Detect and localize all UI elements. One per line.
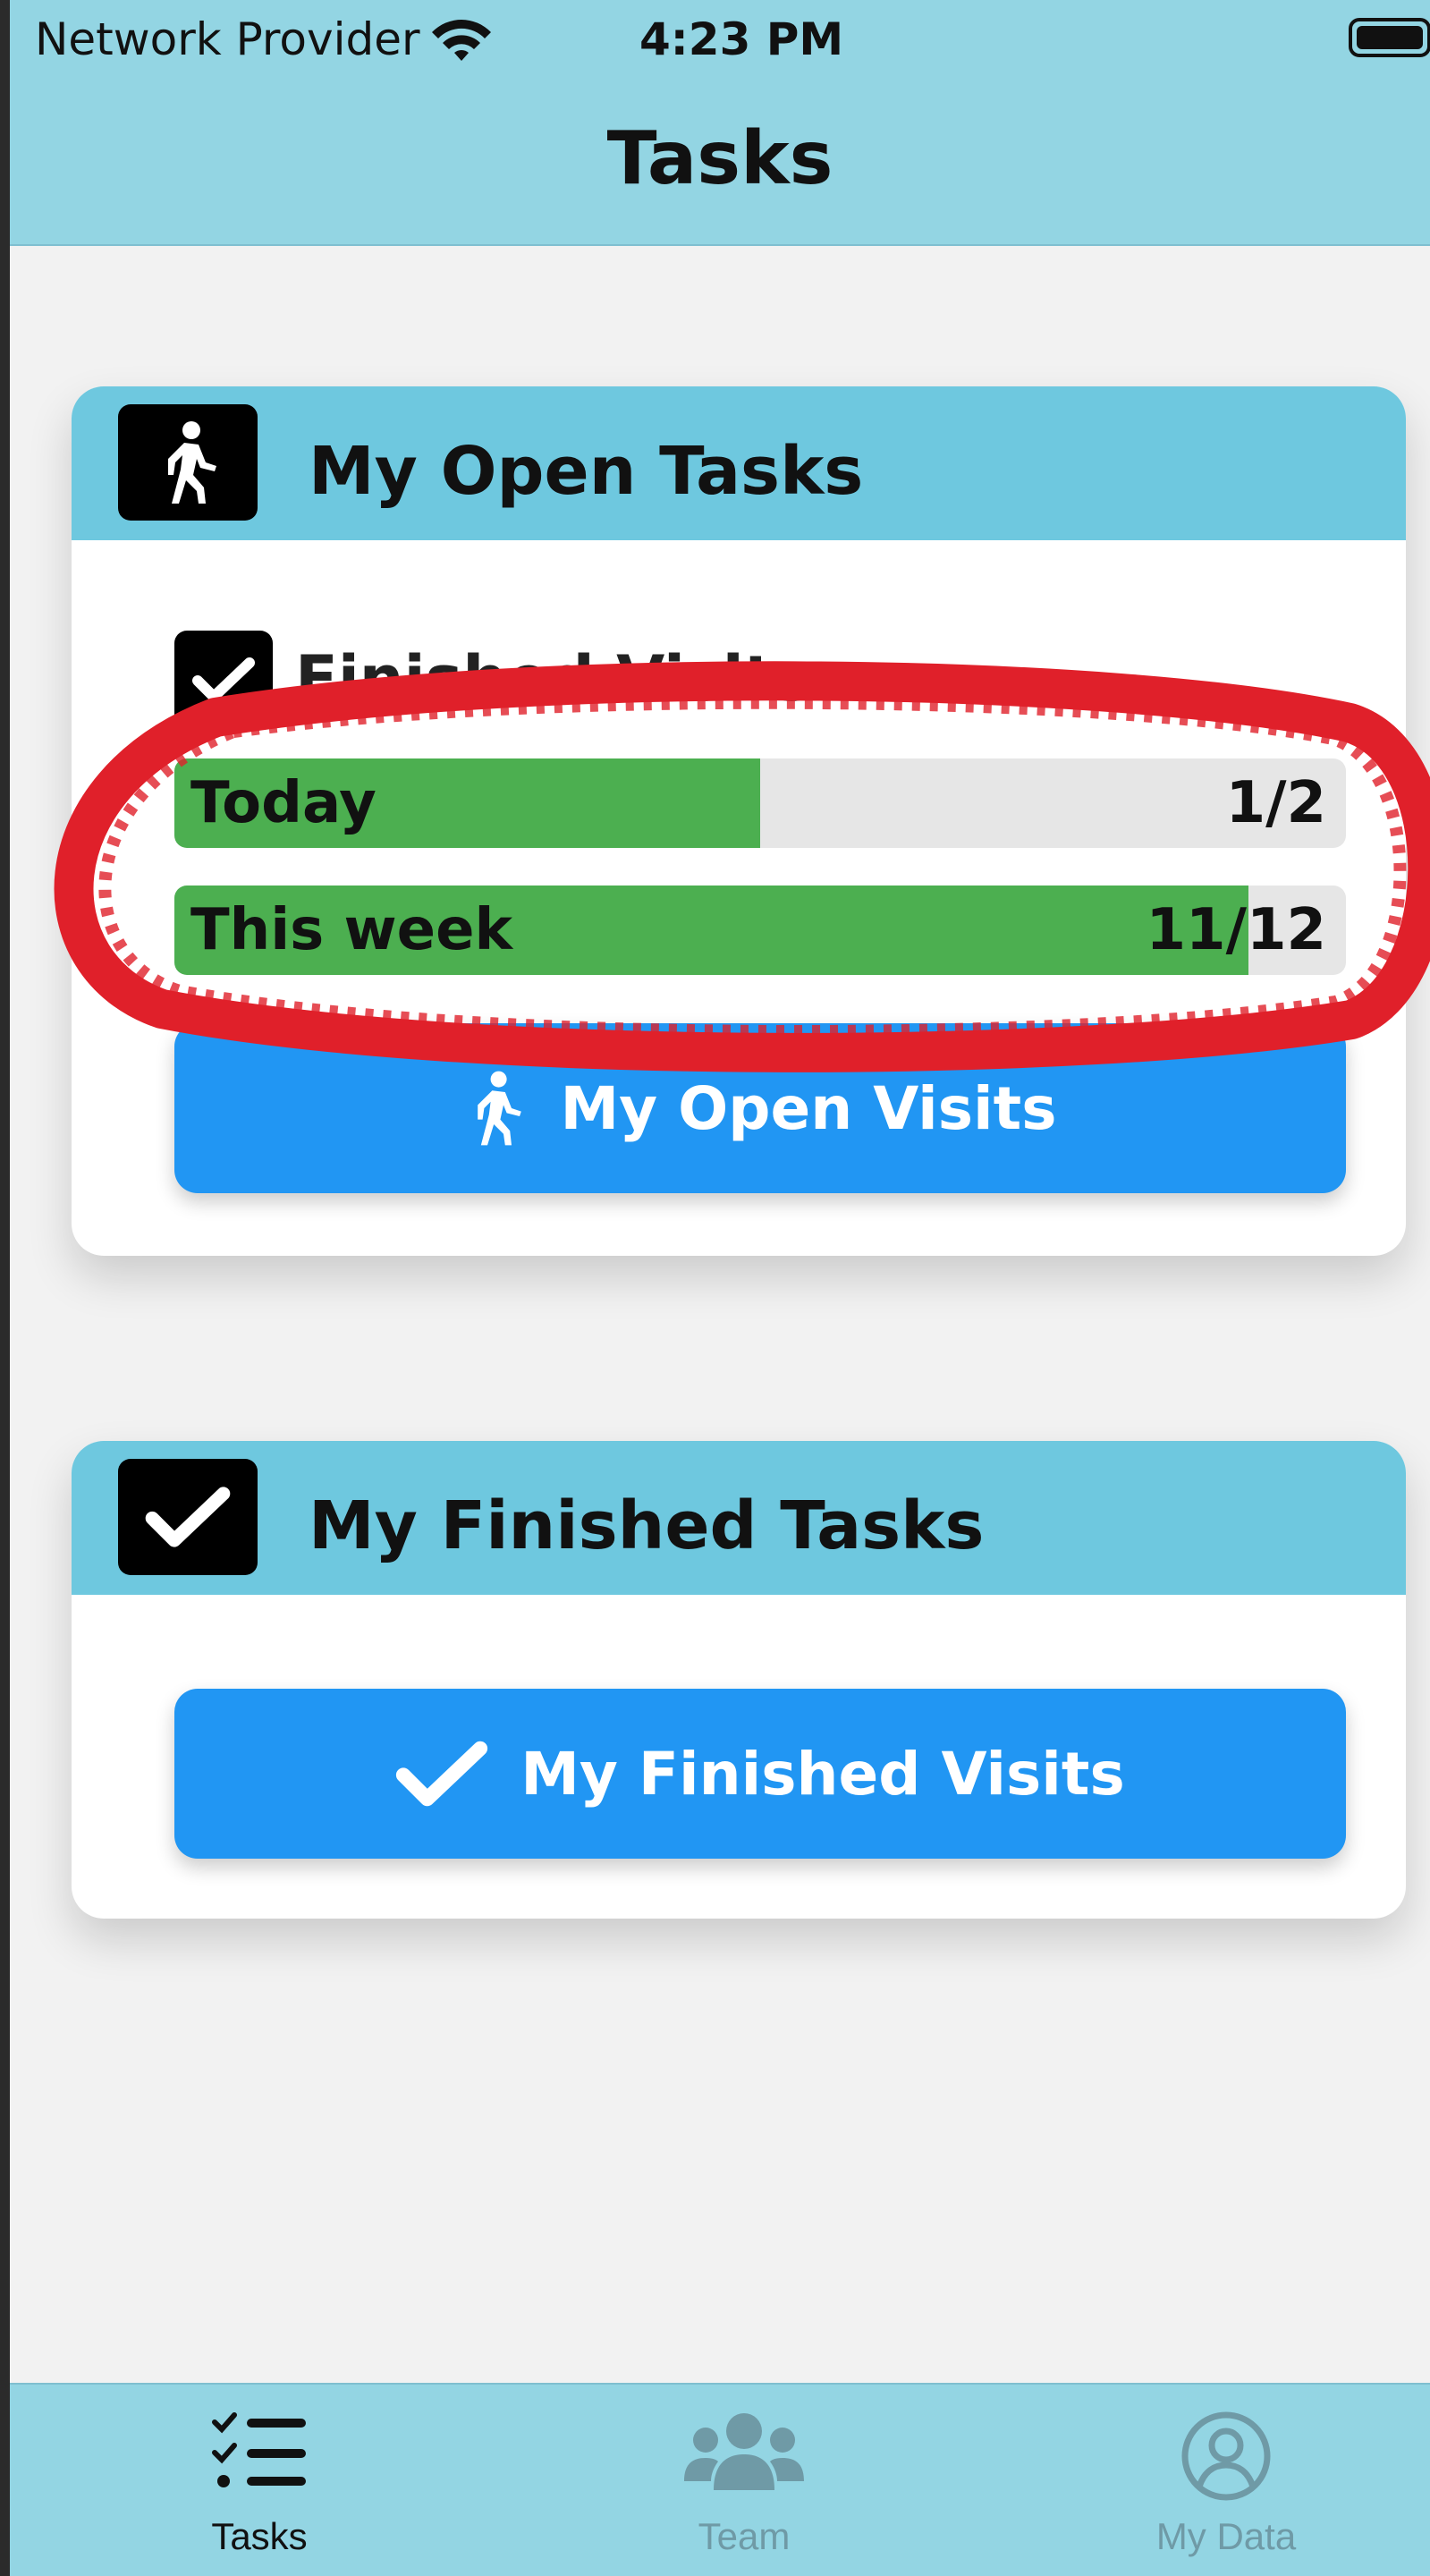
my-finished-visits-button[interactable]: My Finished Visits	[174, 1689, 1346, 1859]
finished-tasks-title: My Finished Tasks	[309, 1487, 985, 1564]
my-open-visits-button[interactable]: My Open Visits	[174, 1023, 1346, 1193]
user-circle-icon	[1181, 2411, 1271, 2501]
checkmark-icon	[174, 631, 273, 729]
my-open-visits-label: My Open Visits	[560, 1073, 1057, 1143]
battery-icon	[1349, 18, 1430, 57]
walking-person-icon	[478, 1071, 522, 1146]
navigation-header: Network Provider 4:23 PM Tasks	[10, 0, 1430, 246]
progress-value-today: 1/2	[1225, 770, 1326, 836]
tab-label-my-data: My Data	[1155, 2515, 1297, 2557]
finished-tasks-card: My Finished Tasks My Finished Visits	[72, 1441, 1406, 1919]
progress-bar-today: Today 1/2	[174, 758, 1346, 848]
tab-bar: Tasks Team My Data	[10, 2383, 1430, 2576]
task-list-icon	[212, 2412, 306, 2487]
progress-label-this-week: This week	[190, 897, 513, 963]
carrier-label: Network Provider	[35, 13, 420, 65]
tab-my-data[interactable]: My Data	[1092, 2385, 1360, 2576]
progress-value-this-week: 11/12	[1146, 897, 1327, 963]
tab-team[interactable]: Team	[610, 2385, 878, 2576]
tab-label-tasks: Tasks	[211, 2515, 308, 2557]
app-screen: Network Provider 4:23 PM Tasks My Open T…	[10, 0, 1430, 2576]
open-tasks-card: My Open Tasks Finished Visits Today 1/2 …	[72, 386, 1406, 1256]
page-title: Tasks	[606, 116, 833, 201]
progress-label-today: Today	[190, 770, 377, 836]
finished-visits-label: Finished Visits	[295, 642, 811, 716]
clock-label: 4:23 PM	[639, 13, 844, 65]
tab-tasks[interactable]: Tasks	[125, 2385, 393, 2576]
progress-bar-this-week: This week 11/12	[174, 886, 1346, 975]
walking-person-icon	[118, 404, 258, 521]
wifi-icon	[432, 20, 491, 61]
checkmark-icon	[396, 1741, 488, 1807]
open-tasks-title: My Open Tasks	[309, 433, 864, 510]
tab-label-team: Team	[698, 2515, 791, 2557]
team-icon	[684, 2413, 804, 2490]
finished-tasks-card-header: My Finished Tasks	[72, 1441, 1406, 1595]
open-tasks-card-header: My Open Tasks	[72, 386, 1406, 540]
checkmark-icon	[118, 1459, 258, 1575]
my-finished-visits-label: My Finished Visits	[520, 1739, 1125, 1809]
